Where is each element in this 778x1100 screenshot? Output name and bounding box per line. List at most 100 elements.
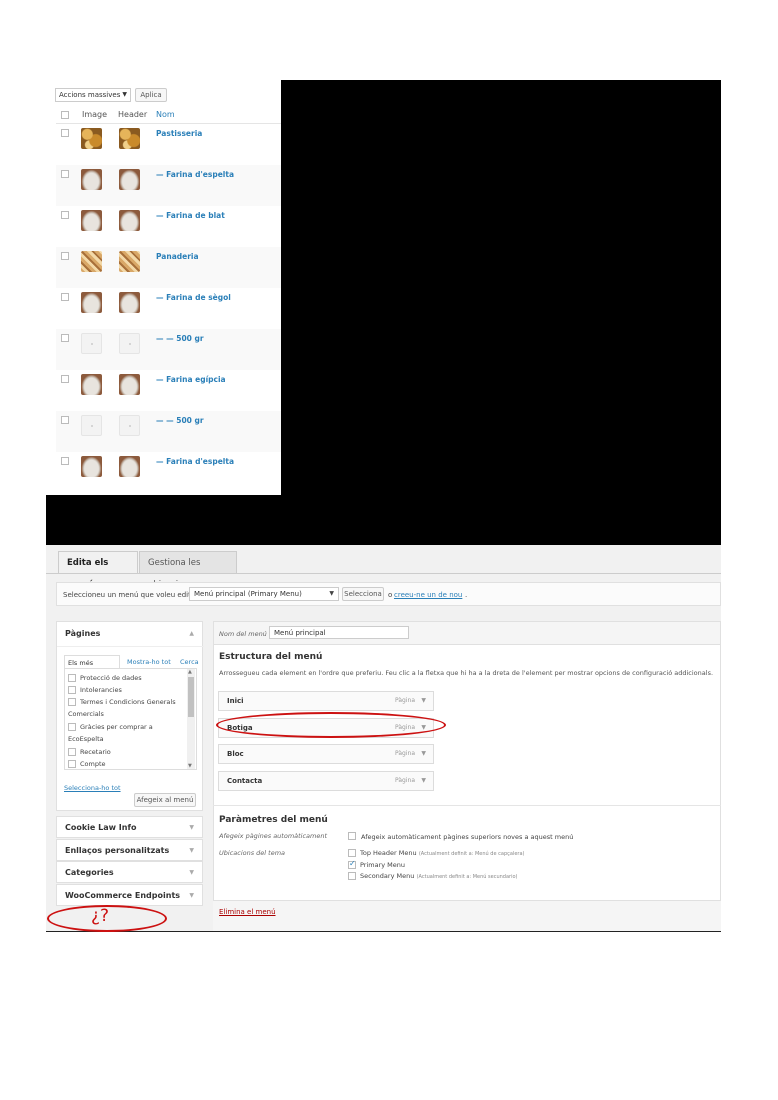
table-row[interactable]: Pastisseria xyxy=(56,124,281,165)
row-checkbox[interactable] xyxy=(61,375,69,383)
tab-show-all[interactable]: Mostra-ho tot xyxy=(127,658,171,666)
row-checkbox[interactable] xyxy=(61,129,69,137)
row-checkbox[interactable] xyxy=(61,293,69,301)
category-name-link[interactable]: Panaderia xyxy=(156,252,199,261)
category-name-link[interactable]: — Farina de blat xyxy=(156,211,225,220)
page-checkbox[interactable] xyxy=(68,760,76,768)
apply-button[interactable]: Aplica xyxy=(135,88,167,102)
expand-arrow-icon[interactable]: ▼ xyxy=(421,697,426,704)
category-image-thumb xyxy=(81,210,102,231)
column-header-name[interactable]: Nom xyxy=(156,107,175,123)
bulk-actions-select[interactable]: Accions massives ▼ xyxy=(55,88,131,102)
page-checkbox[interactable] xyxy=(68,748,76,756)
table-row[interactable]: — Farina egípcia xyxy=(56,370,281,411)
table-row[interactable]: — Farina d'espelta xyxy=(56,452,281,493)
category-name-link[interactable]: — — 500 gr xyxy=(156,416,204,425)
row-checkbox[interactable] xyxy=(61,334,69,342)
settings-divider xyxy=(213,805,721,806)
expand-arrow-icon[interactable]: ▼ xyxy=(189,869,194,876)
pages-box-title[interactable]: Pàgines xyxy=(65,629,100,638)
page-checklist-item[interactable]: Intolerancies xyxy=(68,684,186,696)
expand-arrow-icon[interactable]: ▼ xyxy=(189,892,194,899)
table-row[interactable]: — — 500 gr xyxy=(56,329,281,370)
question-annotation: ¿? xyxy=(91,906,110,926)
auto-add-checkbox[interactable] xyxy=(348,832,356,840)
category-name-link[interactable]: — Farina de sègol xyxy=(156,293,231,302)
page-checklist-item[interactable]: Compte xyxy=(68,758,186,769)
theme-location-option[interactable]: ✓ Primary Menu xyxy=(348,859,708,869)
menu-item[interactable]: Bloc Pàgina ▼ xyxy=(218,744,434,764)
page-label: Intolerancies xyxy=(80,686,122,694)
scrollbar[interactable]: ▲ ▼ xyxy=(187,669,195,769)
page-checkbox[interactable] xyxy=(68,686,76,694)
location-checkbox[interactable] xyxy=(348,849,356,857)
menu-item[interactable]: Inici Pàgina ▼ xyxy=(218,691,434,711)
create-new-menu-link[interactable]: creeu-ne un de nou xyxy=(394,591,462,599)
page-checkbox[interactable] xyxy=(68,723,76,731)
select-menu-button[interactable]: Selecciona xyxy=(342,587,384,601)
row-checkbox[interactable] xyxy=(61,457,69,465)
location-checkbox[interactable]: ✓ xyxy=(348,859,356,869)
add-to-menu-button[interactable]: Afegeix al menú xyxy=(134,793,196,807)
page-checkbox[interactable] xyxy=(68,698,76,706)
category-header-thumb xyxy=(119,292,140,313)
row-checkbox[interactable] xyxy=(61,252,69,260)
page-label: Gràcies per comprar a EcoEspelta xyxy=(68,723,153,743)
category-image-thumb xyxy=(81,169,102,190)
menu-select-dropdown[interactable]: Menú principal (Primary Menu) ▼ xyxy=(189,587,339,601)
page-checkbox[interactable] xyxy=(68,674,76,682)
location-checkbox[interactable] xyxy=(348,872,356,880)
page-checklist-item[interactable]: Recetario xyxy=(68,746,186,758)
category-header-thumb xyxy=(119,128,140,149)
scroll-up-icon[interactable]: ▲ xyxy=(188,669,192,675)
side-section-3[interactable]: WooCommerce Endpoints ▼ xyxy=(56,883,203,906)
row-checkbox[interactable] xyxy=(61,211,69,219)
category-name-link[interactable]: — — 500 gr xyxy=(156,334,204,343)
category-name-link[interactable]: — Farina egípcia xyxy=(156,375,226,384)
category-name-link[interactable]: — Farina d'espelta xyxy=(156,170,234,179)
table-row[interactable]: Panaderia xyxy=(56,247,281,288)
bottom-border-line xyxy=(46,931,721,932)
expand-arrow-icon[interactable]: ▼ xyxy=(189,847,194,854)
menu-name-input[interactable]: Menú principal xyxy=(269,626,409,639)
tab-manage-locations[interactable]: Gestiona les ubicacions xyxy=(139,551,237,590)
delete-menu-link[interactable]: Elimina el menú xyxy=(219,908,276,916)
tab-edit-menus[interactable]: Edita els menús xyxy=(58,551,138,590)
select-menu-prompt: Seleccioneu un menú que voleu editar: xyxy=(63,591,201,599)
row-checkbox[interactable] xyxy=(61,170,69,178)
theme-location-option[interactable]: Secondary Menu (Actualment definit a: Me… xyxy=(348,872,708,880)
expand-arrow-icon[interactable]: ▼ xyxy=(421,777,426,784)
tab-search[interactable]: Cerca xyxy=(180,658,199,666)
category-name-link[interactable]: Pastisseria xyxy=(156,129,202,138)
or-text: o xyxy=(388,591,393,599)
scrollbar-thumb[interactable] xyxy=(188,677,194,717)
side-section-title: Categories xyxy=(65,868,114,877)
category-image-thumb xyxy=(81,128,102,149)
row-checkbox[interactable] xyxy=(61,416,69,424)
category-name-link[interactable]: — Farina d'espelta xyxy=(156,457,234,466)
table-row[interactable]: — — 500 gr xyxy=(56,411,281,452)
table-row[interactable]: — Farina de blat xyxy=(56,206,281,247)
menu-item[interactable]: Contacta Pàgina ▼ xyxy=(218,770,434,791)
theme-location-option[interactable]: Top Header Menu (Actualment definit a: M… xyxy=(348,849,708,857)
category-header-thumb xyxy=(119,374,140,395)
expand-arrow-icon[interactable]: ▼ xyxy=(421,750,426,757)
select-all-checkbox[interactable] xyxy=(61,111,69,119)
page-checklist-item[interactable]: Termes i Condicions Generals Comercials xyxy=(68,696,186,720)
expand-arrow-icon[interactable]: ▼ xyxy=(189,824,194,831)
menu-item-type: Pàgina xyxy=(395,776,415,784)
scroll-down-icon[interactable]: ▼ xyxy=(188,763,192,769)
side-section-1[interactable]: Enllaços personalitzats ▼ xyxy=(56,838,203,861)
table-row[interactable]: — Farina d'espelta xyxy=(56,165,281,206)
tab-recent[interactable]: Els més recents xyxy=(64,655,120,675)
side-section-2[interactable]: Categories ▼ xyxy=(56,861,203,883)
table-row[interactable]: — Farina de sègol xyxy=(56,288,281,329)
collapse-arrow-icon[interactable]: ▲ xyxy=(189,630,194,637)
page-checklist-item[interactable]: Gràcies per comprar a EcoEspelta xyxy=(68,721,186,745)
settings-title: Paràmetres del menú xyxy=(219,815,328,825)
category-header-thumb xyxy=(119,333,140,354)
select-all-link[interactable]: Selecciona-ho tot xyxy=(64,784,121,792)
side-section-title: WooCommerce Endpoints xyxy=(65,890,181,900)
side-section-0[interactable]: Cookie Law Info ▼ xyxy=(56,816,203,838)
page-checklist-item[interactable]: Protecció de dades xyxy=(68,672,186,684)
